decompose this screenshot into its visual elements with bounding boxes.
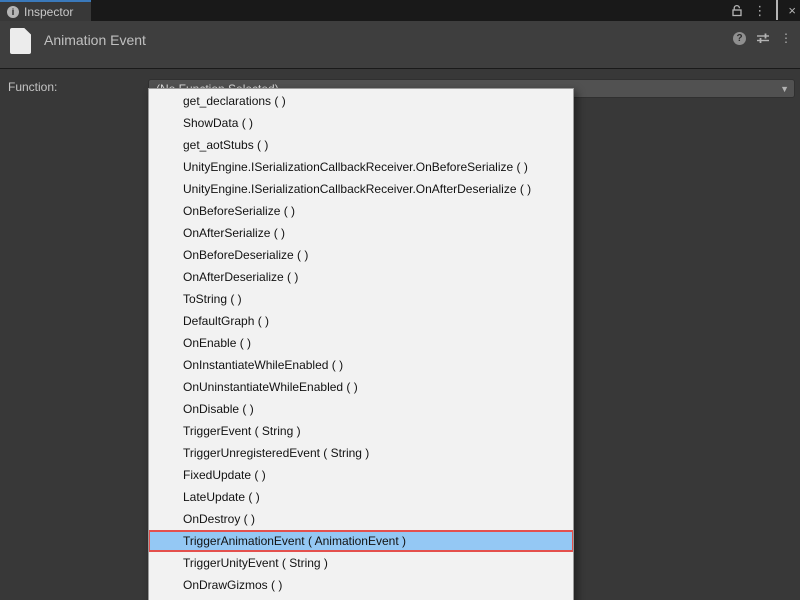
menu-item-label: TriggerEvent ( String ) xyxy=(183,424,301,438)
menu-item-label: OnInstantiateWhileEnabled ( ) xyxy=(183,358,343,372)
help-icon[interactable]: ? xyxy=(733,32,746,45)
menu-item-label: OnDisable ( ) xyxy=(183,402,254,416)
menu-item[interactable]: UnityEngine.ISerializationCallbackReceiv… xyxy=(149,156,573,178)
menu-item[interactable]: ShowData ( ) xyxy=(149,112,573,134)
unlock-icon[interactable] xyxy=(731,4,743,17)
menu-item-label: UnityEngine.ISerializationCallbackReceiv… xyxy=(183,160,528,174)
menu-item[interactable]: TriggerEvent ( String ) xyxy=(149,420,573,442)
menu-item-label: OnUninstantiateWhileEnabled ( ) xyxy=(183,380,358,394)
menu-item[interactable]: OnUninstantiateWhileEnabled ( ) xyxy=(149,376,573,398)
menu-item[interactable]: UnityEngine.ISerializationCallbackReceiv… xyxy=(149,178,573,200)
component-title: Animation Event xyxy=(44,27,146,53)
menu-item-label: TriggerAnimationEvent ( AnimationEvent ) xyxy=(183,534,406,548)
menu-item-label: OnBeforeSerialize ( ) xyxy=(183,204,295,218)
menu-item[interactable]: TriggerAnimationEvent ( AnimationEvent ) xyxy=(148,530,574,552)
script-asset-icon xyxy=(10,28,31,54)
function-menu: get_declarations ( ) ShowData ( ) get_ao… xyxy=(148,88,574,600)
function-label: Function: xyxy=(8,80,57,94)
menu-item-label: OnAfterDeserialize ( ) xyxy=(183,270,298,284)
menu-item[interactable]: DefaultGraph ( ) xyxy=(149,310,573,332)
menu-item[interactable]: ToString ( ) xyxy=(149,288,573,310)
menu-item[interactable]: OnBeforeDeserialize ( ) xyxy=(149,244,573,266)
menu-item[interactable]: get_declarations ( ) xyxy=(149,90,573,112)
menu-item-label: get_declarations ( ) xyxy=(183,94,286,108)
menu-item-label: OnAfterSerialize ( ) xyxy=(183,226,285,240)
context-menu-icon[interactable]: ⋮ xyxy=(780,31,792,45)
menu-item-label: DefaultGraph ( ) xyxy=(183,314,269,328)
menu-item-label: OnDestroy ( ) xyxy=(183,512,255,526)
menu-item[interactable]: OnDrawGizmos ( ) xyxy=(149,574,573,596)
menu-item[interactable]: LateUpdate ( ) xyxy=(149,486,573,508)
menu-item[interactable]: OnAfterDeserialize ( ) xyxy=(149,266,573,288)
menu-item[interactable]: FixedUpdate ( ) xyxy=(149,464,573,486)
menu-item[interactable]: TriggerUnityEvent ( String ) xyxy=(149,552,573,574)
menu-item-label: TriggerUnregisteredEvent ( String ) xyxy=(183,446,369,460)
menu-item[interactable]: OnEnable ( ) xyxy=(149,332,573,354)
menu-item[interactable]: OnDestroy ( ) xyxy=(149,508,573,530)
close-icon[interactable]: × xyxy=(788,4,796,17)
menu-item-label: OnBeforeDeserialize ( ) xyxy=(183,248,308,262)
info-icon: i xyxy=(7,6,19,18)
menu-item-label: OnDrawGizmos ( ) xyxy=(183,578,282,592)
tab-label: Inspector xyxy=(24,5,73,19)
presets-icon[interactable] xyxy=(756,32,770,44)
menu-item-label: LateUpdate ( ) xyxy=(183,490,260,504)
inspector-window: i Inspector ⋮ × Animation Event ? xyxy=(0,0,800,600)
tab-inspector[interactable]: i Inspector xyxy=(0,0,91,21)
window-menu-icon[interactable]: ⋮ xyxy=(753,4,766,17)
menu-item[interactable]: OnAfterSerialize ( ) xyxy=(149,222,573,244)
chevron-down-icon: ▼ xyxy=(780,84,789,94)
menu-item-label: ShowData ( ) xyxy=(183,116,253,130)
component-header: Animation Event ? ⋮ xyxy=(0,21,800,69)
tab-bar: i Inspector ⋮ × xyxy=(0,0,800,21)
menu-item-label: UnityEngine.ISerializationCallbackReceiv… xyxy=(183,182,531,196)
menu-item[interactable]: OnInstantiateWhileEnabled ( ) xyxy=(149,354,573,376)
menu-item-label: ToString ( ) xyxy=(183,292,242,306)
menu-item[interactable]: TriggerUnregisteredEvent ( String ) xyxy=(149,442,573,464)
menu-item-label: OnEnable ( ) xyxy=(183,336,251,350)
menu-item-label: FixedUpdate ( ) xyxy=(183,468,266,482)
menu-item[interactable]: OnDisable ( ) xyxy=(149,398,573,420)
menu-item[interactable]: get_aotStubs ( ) xyxy=(149,134,573,156)
maximize-icon[interactable] xyxy=(776,2,778,20)
menu-item-label: TriggerUnityEvent ( String ) xyxy=(183,556,328,570)
menu-item-label: get_aotStubs ( ) xyxy=(183,138,268,152)
menu-item[interactable]: OnBeforeSerialize ( ) xyxy=(149,200,573,222)
window-controls: ⋮ × xyxy=(731,0,796,21)
header-icons: ? ⋮ xyxy=(733,28,792,48)
